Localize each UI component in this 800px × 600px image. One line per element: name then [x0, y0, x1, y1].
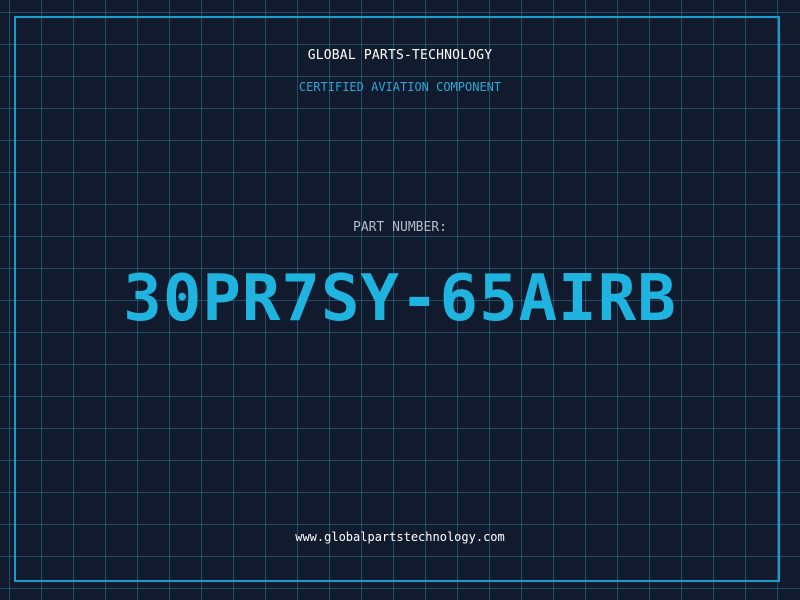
part-number-label: PART NUMBER:: [353, 220, 447, 235]
certification-subtitle: CERTIFIED AVIATION COMPONENT: [298, 80, 502, 94]
part-number-value: 30PR7SY-65AIRB: [123, 262, 677, 336]
company-name: GLOBAL PARTS-TECHNOLOGY: [307, 48, 493, 63]
website-url: www.globalpartstechnology.com: [295, 530, 505, 544]
